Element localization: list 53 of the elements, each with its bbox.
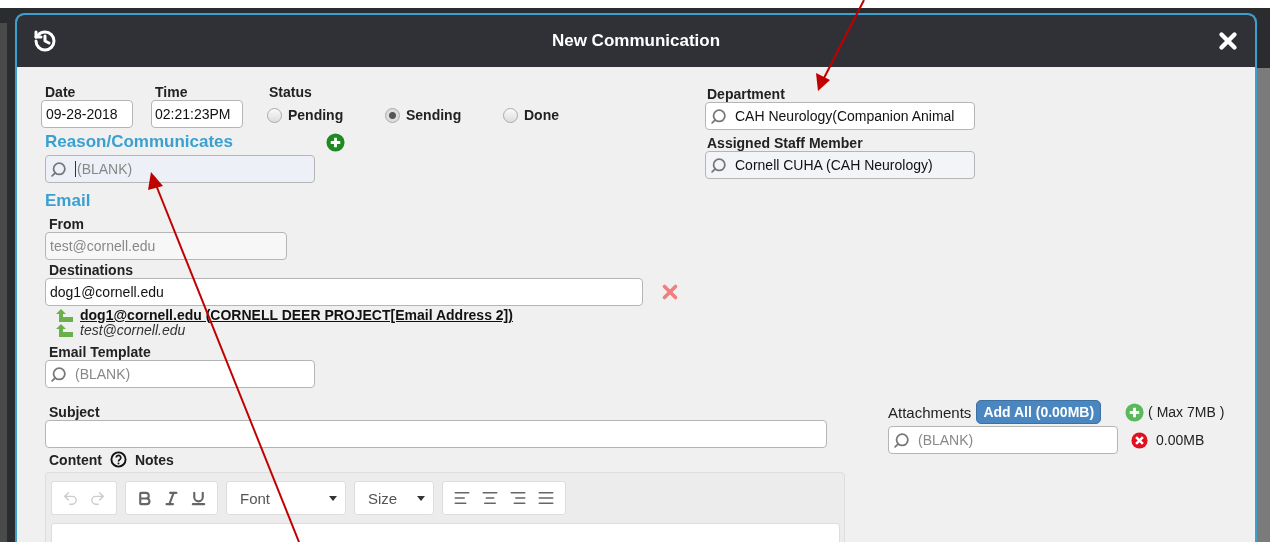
notes-label: Notes	[134, 451, 174, 468]
attachment-size-text: 0.00MB	[1156, 432, 1205, 448]
status-radio[interactable]: Done	[503, 107, 621, 123]
search-icon	[893, 431, 910, 449]
history-icon[interactable]	[33, 29, 57, 53]
field-label: Destinations	[49, 262, 134, 278]
suggestion-text[interactable]: test@cornell.edu	[80, 323, 186, 338]
subject-field[interactable]	[45, 420, 827, 448]
from-field: test@cornell.edu	[45, 232, 287, 260]
help-icon[interactable]	[109, 451, 127, 468]
field-label: From	[49, 216, 85, 232]
align-justify-icon[interactable]	[537, 489, 555, 507]
search-icon	[50, 365, 67, 383]
underline-icon[interactable]	[190, 489, 207, 507]
search-icon	[710, 156, 727, 174]
attachments-label: Attachments	[888, 403, 972, 421]
dialog-title: New Communication	[550, 31, 722, 51]
field-label: Content	[49, 451, 102, 468]
staff-search-field[interactable]: Cornell CUHA (CAH Neurology)	[705, 151, 975, 179]
section-heading: Reason/Communicates	[45, 132, 233, 152]
font-dropdown[interactable]: Font	[226, 481, 346, 515]
size-dropdown[interactable]: Size	[354, 481, 434, 515]
bold-icon[interactable]	[136, 489, 153, 507]
return-arrow-icon	[54, 308, 74, 323]
field-label: Status	[269, 84, 313, 100]
return-arrow-icon	[54, 323, 74, 338]
field-label: Subject	[49, 404, 101, 420]
remove-icon[interactable]	[1131, 431, 1148, 449]
search-icon	[710, 107, 727, 125]
field-label: Time	[155, 84, 189, 100]
align-right-icon[interactable]	[509, 489, 527, 507]
max-size-text: ( Max 7MB )	[1148, 404, 1225, 420]
align-center-icon[interactable]	[481, 489, 499, 507]
field-label: Email Template	[49, 344, 152, 360]
section-heading: Email	[45, 191, 92, 211]
field-label: Date	[45, 84, 77, 100]
template-search-field[interactable]: (BLANK)	[45, 360, 315, 388]
department-search-field[interactable]: CAH Neurology(Companion Animal	[705, 102, 975, 130]
italic-icon[interactable]	[163, 489, 180, 507]
search-icon	[50, 160, 67, 178]
add-all-button[interactable]: Add All (0.00MB)	[976, 400, 1102, 424]
attachment-search-field[interactable]: (BLANK)	[888, 426, 1118, 454]
destinations-field[interactable]: dog1@cornell.edu	[45, 278, 643, 306]
caret-icon	[329, 495, 337, 501]
time-field[interactable]: 02:21:23PM	[151, 100, 243, 128]
field-label: Assigned Staff Member	[707, 135, 864, 151]
align-left-icon[interactable]	[453, 489, 471, 507]
status-radio[interactable]: Pending	[267, 107, 385, 123]
date-field[interactable]: 09-28-2018	[41, 100, 133, 128]
plus-icon[interactable]	[326, 132, 345, 152]
caret-icon	[417, 495, 425, 501]
field-label: Department	[707, 86, 786, 102]
status-radio[interactable]: Sending	[385, 107, 503, 123]
